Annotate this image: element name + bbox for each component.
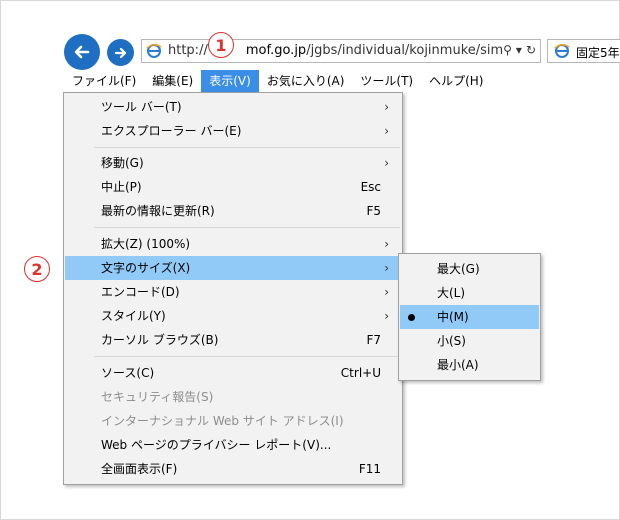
submenu-item-smallest[interactable]: 最小(A) [400, 353, 539, 377]
menu-item-label: 文字のサイズ(X) [101, 261, 191, 275]
menu-item-privacy-report[interactable]: Web ページのプライバシー レポート(V)... [65, 433, 401, 457]
menu-separator [94, 227, 400, 228]
menu-item-label: 拡大(Z) (100%) [101, 237, 191, 251]
menu-item-label: エンコード(D) [101, 285, 180, 299]
menu-edit[interactable]: 編集(E) [144, 70, 201, 92]
menu-item-text-size[interactable]: 文字のサイズ(X) › [65, 256, 401, 280]
menu-item-label: Web ページのプライバシー レポート(V)... [101, 438, 332, 452]
menu-item-label: ソース(C) [101, 366, 155, 380]
menu-item-toolbar[interactable]: ツール バー(T) › [65, 95, 401, 119]
menu-item-international-address: インターナショナル Web サイト アドレス(I) [65, 409, 401, 433]
address-path: /jgbs/individual/kojinmuke/simu [306, 43, 512, 58]
menu-item-label: エクスプローラー バー(E) [101, 124, 242, 138]
menu-item-label: 移動(G) [101, 156, 144, 170]
submenu-arrow-icon: › [384, 100, 389, 114]
menu-item-shortcut: F7 [366, 333, 381, 347]
menu-item-label: 全画面表示(F) [101, 462, 178, 476]
menu-file[interactable]: ファイル(F) [64, 70, 144, 92]
address-bar[interactable]: http:// mof.go.jp/jgbs/individual/kojinmu… [141, 39, 541, 63]
menu-item-label: スタイル(Y) [101, 309, 166, 323]
address-prefix: http:// [168, 43, 208, 58]
browser-tab[interactable]: 固定5年 [547, 39, 620, 63]
view-menu-dropdown: ツール バー(T) › エクスプローラー バー(E) › 移動(G) › 中止(P) E… [63, 92, 403, 485]
address-domain: mof.go.jp [245, 43, 307, 58]
submenu-arrow-icon: › [384, 309, 389, 323]
tab-title: 固定5年 [576, 46, 620, 60]
ie-page-icon [146, 43, 162, 62]
menu-item-shortcut: Ctrl+U [340, 366, 381, 380]
submenu-item-larger[interactable]: 大(L) [400, 281, 539, 305]
ie-tab-icon [554, 43, 570, 62]
menu-item-security-report: セキュリティ報告(S) [65, 385, 401, 409]
submenu-arrow-icon: › [384, 156, 389, 170]
menu-item-label: 最新の情報に更新(R) [101, 204, 215, 218]
back-arrow-icon [74, 45, 90, 59]
callout-1: 1 [208, 32, 234, 58]
refresh-icon[interactable]: ↻ [525, 43, 536, 57]
menu-separator [94, 356, 400, 357]
menu-item-full-screen[interactable]: 全画面表示(F) F11 [65, 457, 401, 481]
submenu-item-label: 小(S) [437, 334, 466, 348]
submenu-item-label: 大(L) [437, 286, 466, 300]
menu-tools[interactable]: ツール(T) [352, 70, 421, 92]
menu-item-zoom[interactable]: 拡大(Z) (100%) › [65, 232, 401, 256]
menu-item-caret-browsing[interactable]: カーソル ブラウズ(B) F7 [65, 328, 401, 352]
menu-separator [94, 147, 400, 148]
submenu-item-label: 最大(G) [437, 262, 480, 276]
menu-item-encoding[interactable]: エンコード(D) › [65, 280, 401, 304]
menu-bar: ファイル(F) 編集(E) 表示(V) お気に入り(A) ツール(T) ヘルプ(… [64, 70, 491, 92]
submenu-arrow-icon: › [384, 261, 389, 275]
submenu-item-label: 最小(A) [437, 358, 479, 372]
text-size-submenu: 最大(G) 大(L) 中(M) 小(S) 最小(A) [398, 253, 541, 381]
menu-item-label: セキュリティ報告(S) [101, 390, 214, 404]
submenu-arrow-icon: › [384, 237, 389, 251]
menu-help[interactable]: ヘルプ(H) [421, 70, 491, 92]
menu-item-shortcut: Esc [360, 180, 381, 194]
callout-2: 2 [24, 256, 50, 282]
menu-item-style[interactable]: スタイル(Y) › [65, 304, 401, 328]
menu-item-label: ツール バー(T) [101, 100, 182, 114]
address-tools: ⚲ ▾ ↻ [503, 43, 536, 57]
menu-item-explorer-bar[interactable]: エクスプローラー バー(E) › [65, 119, 401, 143]
forward-arrow-icon [114, 47, 126, 58]
dropdown-arrow-icon[interactable]: ▾ [515, 43, 522, 57]
menu-item-shortcut: F11 [358, 462, 381, 476]
selected-bullet-icon [408, 314, 415, 321]
submenu-item-largest[interactable]: 最大(G) [400, 257, 539, 281]
back-button[interactable] [64, 34, 100, 70]
menu-item-shortcut: F5 [366, 204, 381, 218]
submenu-arrow-icon: › [384, 285, 389, 299]
menu-item-label: カーソル ブラウズ(B) [101, 333, 219, 347]
menu-item-label: 中止(P) [101, 180, 142, 194]
forward-button[interactable] [107, 39, 134, 66]
menu-item-stop[interactable]: 中止(P) Esc [65, 175, 401, 199]
submenu-item-medium[interactable]: 中(M) [400, 305, 539, 329]
submenu-item-label: 中(M) [437, 310, 469, 324]
submenu-item-smaller[interactable]: 小(S) [400, 329, 539, 353]
menu-item-source[interactable]: ソース(C) Ctrl+U [65, 361, 401, 385]
search-icon[interactable]: ⚲ [503, 43, 512, 57]
menu-item-label: インターナショナル Web サイト アドレス(I) [101, 414, 344, 428]
menu-view[interactable]: 表示(V) [201, 70, 259, 92]
menu-favorites[interactable]: お気に入り(A) [259, 70, 353, 92]
menu-item-go-to[interactable]: 移動(G) › [65, 151, 401, 175]
submenu-arrow-icon: › [384, 124, 389, 138]
menu-item-refresh[interactable]: 最新の情報に更新(R) F5 [65, 199, 401, 223]
